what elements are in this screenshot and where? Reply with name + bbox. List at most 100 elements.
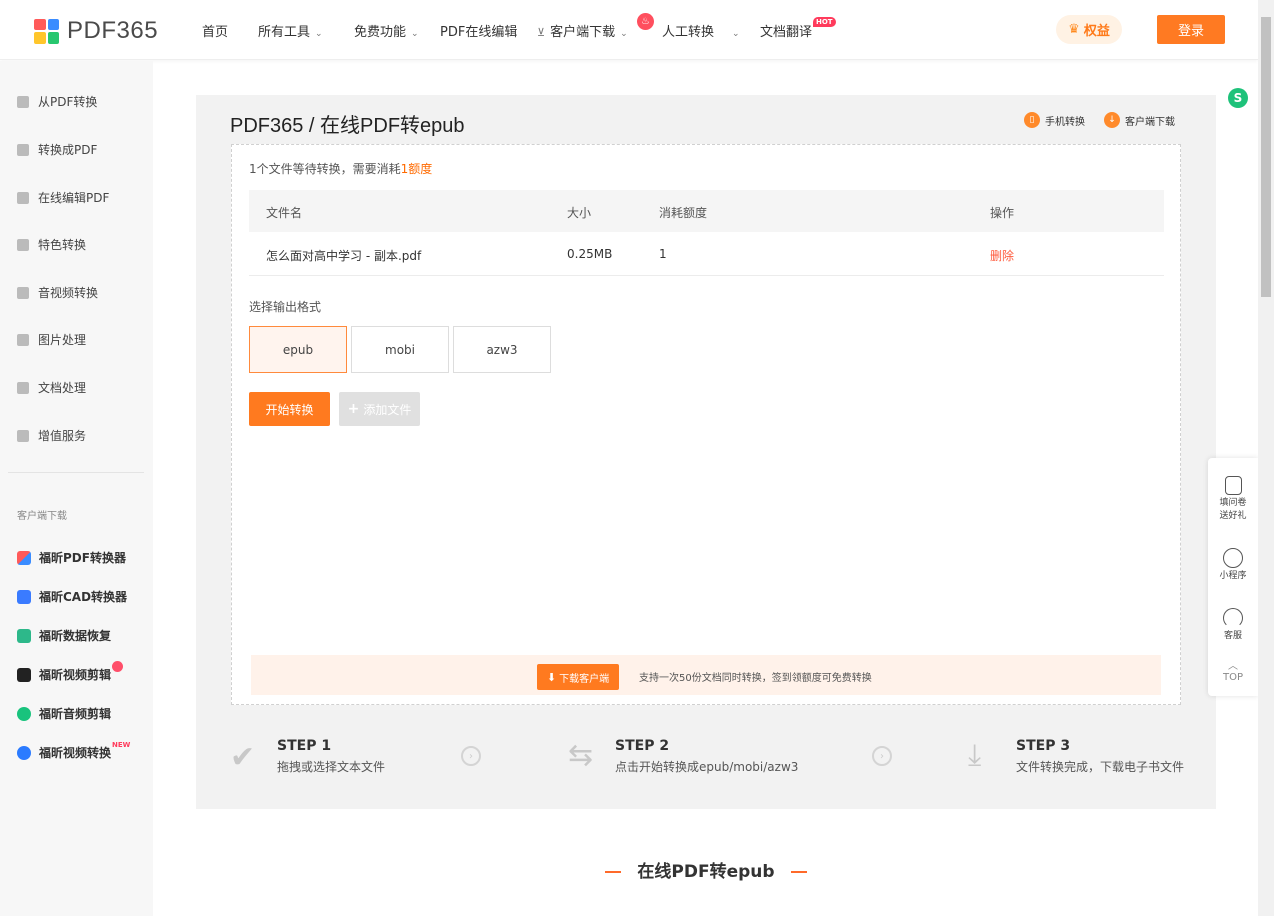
top-label: TOP [1222, 672, 1243, 683]
crown-icon: ♛ [1068, 22, 1080, 37]
sidebar-item-value-added[interactable]: 增值服务 [17, 427, 86, 444]
format-azw3-button[interactable]: azw3 [453, 326, 551, 373]
promo-bar: ⬇ 下载客户端 支持一次50份文档同时转换，签到领额度可免费转换 [251, 655, 1161, 695]
upload-card: 1个文件等待转换，需要消耗1额度 文件名 大小 消耗额度 操作 怎么面对高中学习… [231, 144, 1181, 705]
arrow-right-icon: › [872, 746, 892, 766]
app-label: 福昕PDF转换器 [39, 551, 126, 565]
pending-info: 1个文件等待转换，需要消耗1额度 [249, 160, 432, 177]
edit-icon [17, 191, 29, 204]
check-icon: ✔ [230, 740, 256, 775]
app-label: 福昕数据恢复 [39, 629, 112, 643]
benefits-button[interactable]: ♛ 权益 [1056, 15, 1122, 44]
nav-home[interactable]: 首页 [202, 21, 228, 40]
nav-manual-convert[interactable]: 人工转换 ⌄ [662, 21, 740, 40]
app-audio-editor[interactable]: 福昕音频剪辑 [17, 705, 111, 722]
app-label: 福昕视频剪辑 [39, 668, 112, 682]
file-cost: 1 [659, 247, 667, 261]
app-video-editor[interactable]: 福昕视频剪辑 [17, 666, 111, 683]
video-icon [17, 286, 29, 299]
chevron-down-icon: ⌄ [620, 29, 628, 39]
assistant-icon[interactable]: S [1228, 88, 1248, 108]
nav-free-features-label: 免费功能 [354, 25, 407, 40]
customer-service-button[interactable]: 客服 [1208, 608, 1258, 643]
mobile-convert-link[interactable]: ▯ 手机转换 [1024, 112, 1085, 128]
logo-text: PDF365 [67, 17, 159, 44]
client-download-label: 客户端下载 [1125, 116, 1175, 128]
header-filename: 文件名 [266, 206, 303, 220]
sidebar-item-image[interactable]: 图片处理 [17, 331, 86, 348]
login-button[interactable]: 登录 [1157, 15, 1225, 44]
file-name: 怎么面对高中学习 - 副本.pdf [266, 249, 422, 263]
sidebar-item-special[interactable]: 特色转换 [17, 236, 86, 253]
fire-icon: ♨ [637, 13, 654, 30]
app-video-converter[interactable]: 福昕视频转换 [17, 744, 111, 761]
step-2: STEP 2 点击开始转换成epub/mobi/azw3 [615, 738, 798, 775]
app-label: 福昕CAD转换器 [39, 590, 128, 604]
headset-icon [1223, 608, 1243, 628]
step-title: STEP 1 [277, 738, 332, 754]
sidebar-item-label: 特色转换 [38, 238, 87, 252]
add-file-button[interactable]: + 添加文件 [339, 392, 420, 426]
survey-button[interactable]: 填问卷送好礼 [1208, 476, 1258, 526]
sidebar-item-label: 在线编辑PDF [38, 191, 110, 205]
sidebar-item-to-pdf[interactable]: 转换成PDF [17, 141, 97, 158]
shield-icon [17, 238, 29, 251]
sidebar-divider [8, 472, 144, 473]
delete-button[interactable]: 删除 [990, 247, 1014, 264]
format-mobi-button[interactable]: mobi [351, 326, 449, 373]
pdf-converter-icon [17, 550, 31, 565]
back-to-top-button[interactable]: ︿ TOP [1208, 662, 1258, 684]
header-cost: 消耗额度 [659, 206, 708, 220]
mobile-convert-label: 手机转换 [1045, 116, 1085, 128]
format-label: 选择输出格式 [249, 300, 322, 314]
video-converter-icon [17, 745, 31, 760]
step-desc: 文件转换完成，下载电子书文件 [1016, 760, 1185, 774]
app-data-recovery[interactable]: 福昕数据恢复 [17, 627, 111, 644]
nav-doc-translate[interactable]: 文档翻译 [760, 21, 812, 40]
app-label: 福昕视频转换 [39, 746, 112, 760]
nav-manual-convert-label: 人工转换 [662, 25, 715, 40]
mini-program-button[interactable]: 小程序 [1208, 548, 1258, 583]
hot-badge: HOT [813, 17, 836, 27]
nav-free-features[interactable]: 免费功能 ⌄ [354, 21, 419, 40]
arrow-right-icon: › [461, 746, 481, 766]
audio-editor-icon [17, 706, 31, 721]
section-title: 在线PDF转epub [196, 857, 1216, 882]
step-3: STEP 3 文件转换完成，下载电子书文件 [1016, 738, 1184, 775]
sidebar-item-doc[interactable]: 文档处理 [17, 379, 86, 396]
convert-icon [17, 143, 29, 156]
nav-pdf-online-edit[interactable]: PDF在线编辑 [440, 21, 517, 40]
document-icon [17, 381, 29, 394]
step-1: STEP 1 拖拽或选择文本文件 [277, 738, 385, 775]
app-cad-converter[interactable]: 福昕CAD转换器 [17, 588, 127, 605]
app-pdf-converter[interactable]: 福昕PDF转换器 [17, 549, 126, 566]
format-epub-button[interactable]: epub [249, 326, 347, 373]
start-convert-button[interactable]: 开始转换 [249, 392, 330, 426]
download-client-button[interactable]: ⬇ 下载客户端 [537, 664, 619, 690]
download-icon: ⊻ [537, 26, 546, 39]
swap-icon: ⇆ [568, 738, 594, 773]
pending-info-text: 1个文件等待转换，需要消耗 [249, 162, 401, 176]
customer-service-label: 客服 [1223, 631, 1242, 641]
step-title: STEP 2 [615, 738, 670, 754]
scrollbar-thumb[interactable] [1261, 17, 1271, 297]
nav-client-download[interactable]: ⊻ 客户端下载 ⌄ [537, 21, 628, 40]
header-size: 大小 [567, 206, 592, 220]
section-title-text: 在线PDF转epub [637, 862, 775, 882]
file-size: 0.25MB [567, 247, 613, 261]
sidebar-item-edit-pdf[interactable]: 在线编辑PDF [17, 189, 109, 206]
sidebar-item-label: 音视频转换 [38, 286, 99, 300]
sidebar-item-from-pdf[interactable]: 从PDF转换 [17, 93, 97, 110]
sidebar-item-av[interactable]: 音视频转换 [17, 284, 98, 301]
logo-icon [34, 18, 59, 44]
sidebar-item-label: 增值服务 [38, 429, 87, 443]
nav-all-tools[interactable]: 所有工具 ⌄ [258, 21, 323, 40]
download-client-label: 下载客户端 [559, 673, 610, 685]
scrollbar[interactable] [1258, 0, 1274, 916]
plus-icon: + [347, 401, 360, 417]
client-download-link[interactable]: ↓ 客户端下载 [1104, 112, 1175, 128]
credit-highlight: 1额度 [400, 162, 433, 176]
phone-icon: ▯ [1024, 112, 1040, 128]
logo[interactable]: PDF365 [34, 17, 158, 45]
step-title: STEP 3 [1016, 738, 1071, 754]
